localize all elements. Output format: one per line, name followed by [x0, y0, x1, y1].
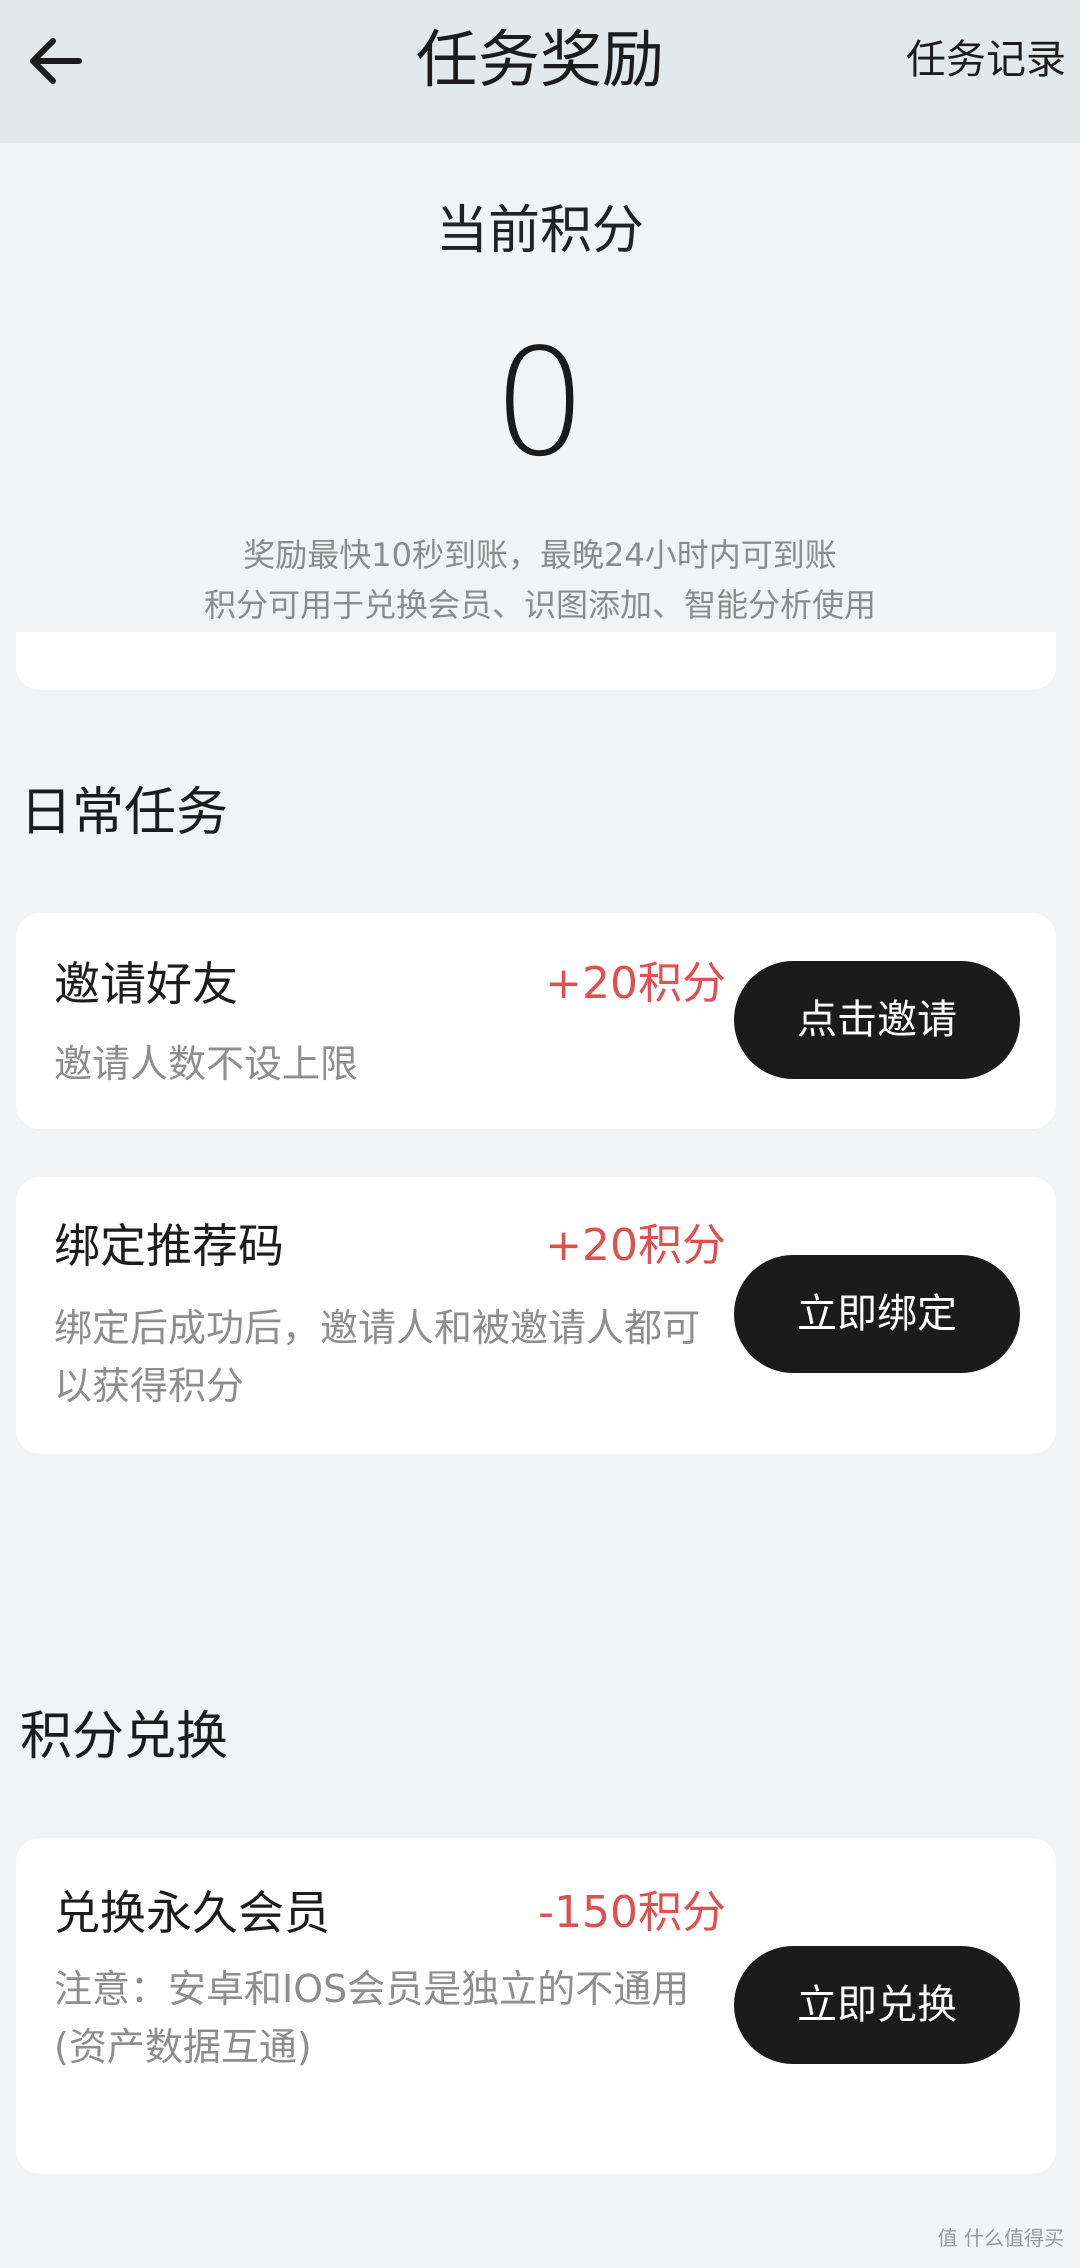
task-card-invite: 邀请好友 +20积分 邀请人数不设上限 点击邀请	[16, 913, 1056, 1129]
header-bar: 任务奖励 任务记录	[0, 0, 1080, 143]
exchange-points: -150积分	[538, 1887, 726, 1938]
exchange-note: 注意：安卓和IOS会员是独立的不通用	[54, 1967, 690, 2011]
points-note-arrival: 奖励最快10秒到账，最晚24小时内可到账	[243, 536, 837, 574]
top-card-edge	[16, 632, 1056, 690]
task-name: 绑定推荐码	[54, 1219, 284, 1273]
points-exchange-title: 积分兑换	[20, 1707, 229, 1767]
invite-button[interactable]: 点击邀请	[734, 961, 1020, 1079]
points-note-usage: 积分可用于兑换会员、识图添加、智能分析使用	[203, 586, 876, 624]
task-name: 邀请好友	[54, 957, 238, 1011]
exchange-name: 兑换永久会员	[54, 1886, 330, 1940]
task-points: +20积分	[545, 958, 726, 1009]
task-record-link[interactable]: 任务记录	[906, 30, 1066, 90]
task-description: 邀请人数不设上限	[54, 1042, 359, 1086]
task-points: +20积分	[545, 1220, 726, 1271]
task-description: 绑定后成功后，邀请人和被邀请人都可以获得积分	[54, 1306, 701, 1408]
exchange-now-button[interactable]: 立即兑换	[734, 1946, 1020, 2064]
exchange-description: 注意：安卓和IOS会员是独立的不通用 (资产数据互通)	[54, 1960, 734, 2076]
exchange-card-lifetime-vip: 兑换永久会员 -150积分 注意：安卓和IOS会员是独立的不通用 (资产数据互通…	[16, 1838, 1056, 2174]
exchange-note-data: (资产数据互通)	[54, 2025, 312, 2069]
bind-now-button[interactable]: 立即绑定	[734, 1255, 1020, 1373]
task-card-bind-code: 绑定推荐码 +20积分 绑定后成功后，邀请人和被邀请人都可以获得积分 立即绑定	[16, 1177, 1056, 1454]
current-points-label: 当前积分	[435, 201, 644, 261]
current-points-value: 0	[492, 317, 588, 489]
daily-tasks-title: 日常任务	[20, 783, 229, 843]
watermark: 值 什么值得买	[937, 2226, 1064, 2250]
